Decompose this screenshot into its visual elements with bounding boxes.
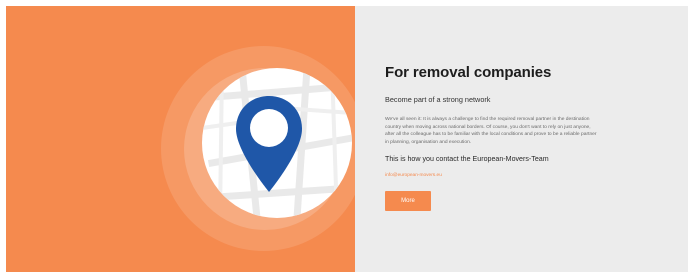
contact-email-link[interactable]: info@european-movers.eu <box>385 173 442 178</box>
more-button[interactable]: More <box>385 191 431 211</box>
contact-heading: This is how you contact the European-Mov… <box>385 155 549 163</box>
section-title: For removal companies <box>385 64 552 81</box>
section-subtitle: Become part of a strong network <box>385 95 491 104</box>
text-panel: For removal companies Become part of a s… <box>355 6 688 272</box>
removal-companies-section: For removal companies Become part of a s… <box>6 6 688 272</box>
content-block: For removal companies Become part of a s… <box>385 64 600 211</box>
hero-panel <box>6 6 355 272</box>
location-pin-icon <box>234 94 304 194</box>
section-body: We've all seen it: It is always a challe… <box>385 117 597 145</box>
